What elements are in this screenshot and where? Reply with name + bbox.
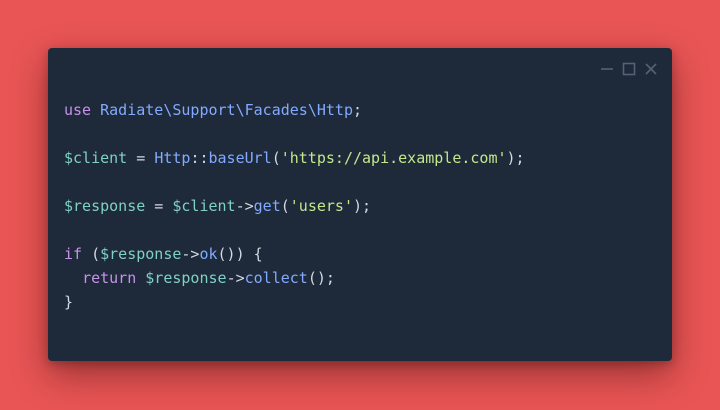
code-token-punct: -> <box>226 269 245 287</box>
code-token-keyword: use <box>64 101 92 119</box>
code-token-class: Http <box>154 149 191 167</box>
window-controls <box>600 62 658 76</box>
code-token-variable: $response <box>145 269 227 287</box>
code-token-keyword: if <box>64 245 83 263</box>
code-line: $response = $client->get('users'); <box>64 194 525 218</box>
code-token-punct: ); <box>506 149 525 167</box>
code-token-punct: = <box>145 197 173 215</box>
code-block: use Radiate\Support\Facades\Http; $client… <box>64 98 525 314</box>
code-token-punct: ()) { <box>217 245 263 263</box>
code-token-keyword: return <box>82 269 137 287</box>
maximize-icon[interactable] <box>622 62 636 76</box>
code-token-punct: } <box>64 293 74 311</box>
minimize-icon[interactable] <box>600 62 614 76</box>
code-token-variable: $client <box>172 197 236 215</box>
code-token-punct: (); <box>307 269 335 287</box>
code-line: if ($response->ok()) { <box>64 242 525 266</box>
code-token-punct: ( <box>271 149 281 167</box>
code-token-class: Radiate\Support\Facades\Http <box>100 101 353 119</box>
code-token-method: baseUrl <box>208 149 272 167</box>
code-token-punct: -> <box>235 197 254 215</box>
code-token-punct: ; <box>353 101 363 119</box>
code-window: use Radiate\Support\Facades\Http; $client… <box>48 48 672 361</box>
code-token-variable: $client <box>64 149 128 167</box>
code-token-variable: $response <box>64 197 146 215</box>
code-token-punct: ( <box>280 197 290 215</box>
code-token-method: get <box>253 197 281 215</box>
code-token-punct: ( <box>82 245 101 263</box>
code-line: use Radiate\Support\Facades\Http; <box>64 98 525 122</box>
code-line: return $response->collect(); <box>64 266 525 290</box>
code-token-punct: ); <box>353 197 372 215</box>
code-token-string: 'https://api.example.com' <box>280 149 507 167</box>
code-token-punct: = <box>127 149 155 167</box>
code-token-method: collect <box>244 269 308 287</box>
close-icon[interactable] <box>644 62 658 76</box>
code-token-punct: :: <box>190 149 209 167</box>
code-line: } <box>64 290 525 314</box>
code-token-variable: $response <box>100 245 182 263</box>
code-token-method: ok <box>199 245 218 263</box>
code-token-string: 'users' <box>289 197 353 215</box>
code-token-punct: -> <box>181 245 200 263</box>
code-line: $client = Http::baseUrl('https://api.exa… <box>64 146 525 170</box>
